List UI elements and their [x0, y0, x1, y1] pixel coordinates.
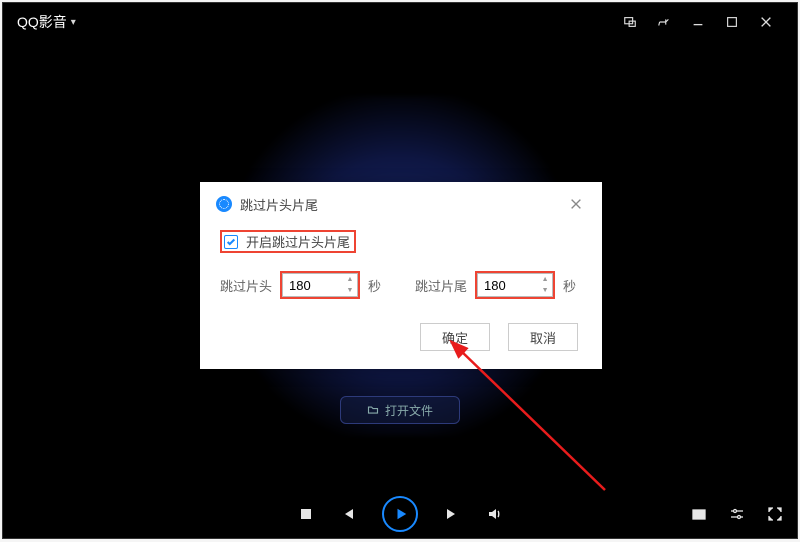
mini-mode-icon[interactable] [613, 7, 647, 37]
skip-head-step-up[interactable]: ▲ [344, 274, 356, 285]
open-file-label: 打开文件 [385, 402, 433, 419]
skip-tail-step-down[interactable]: ▼ [539, 285, 551, 296]
chevron-down-icon: ▾ [71, 17, 76, 28]
play-button[interactable] [382, 496, 418, 532]
skip-intro-dialog: 跳过片头片尾 开启跳过片头片尾 跳过片头 ▲ ▼ 秒 跳过片尾 [200, 182, 602, 369]
open-file-button[interactable]: 打开文件 [340, 396, 460, 424]
folder-icon [367, 404, 379, 416]
pin-icon[interactable] [647, 7, 681, 37]
settings-icon[interactable] [729, 506, 745, 522]
dialog-close-button[interactable] [566, 194, 586, 214]
snapshot-icon[interactable] [691, 506, 707, 522]
titlebar: QQ影音 ▾ [3, 3, 797, 41]
ok-button[interactable]: 确定 [420, 323, 490, 351]
checkbox-icon [224, 235, 238, 249]
app-title-dropdown[interactable]: QQ影音 ▾ [17, 12, 76, 32]
skip-tail-step-up[interactable]: ▲ [539, 274, 551, 285]
seconds-label-1: 秒 [368, 276, 381, 295]
skip-tail-label: 跳过片尾 [415, 276, 467, 295]
dialog-app-icon [216, 196, 232, 212]
dialog-title: 跳过片头片尾 [240, 195, 318, 214]
dialog-header: 跳过片头片尾 [200, 182, 602, 222]
skip-head-label: 跳过片头 [220, 276, 272, 295]
stop-button[interactable] [298, 506, 314, 522]
close-button[interactable] [749, 7, 783, 37]
prev-button[interactable] [340, 506, 356, 522]
maximize-button[interactable] [715, 7, 749, 37]
cancel-button[interactable]: 取消 [508, 323, 578, 351]
control-bar [3, 490, 797, 538]
seconds-label-2: 秒 [563, 276, 576, 295]
next-button[interactable] [444, 506, 460, 522]
fullscreen-icon[interactable] [767, 506, 783, 522]
skip-head-step-down[interactable]: ▼ [344, 285, 356, 296]
volume-button[interactable] [486, 506, 502, 522]
enable-skip-checkbox[interactable]: 开启跳过片头片尾 [220, 230, 356, 253]
minimize-button[interactable] [681, 7, 715, 37]
app-name: QQ影音 [17, 12, 67, 32]
enable-skip-label: 开启跳过片头片尾 [246, 232, 350, 251]
